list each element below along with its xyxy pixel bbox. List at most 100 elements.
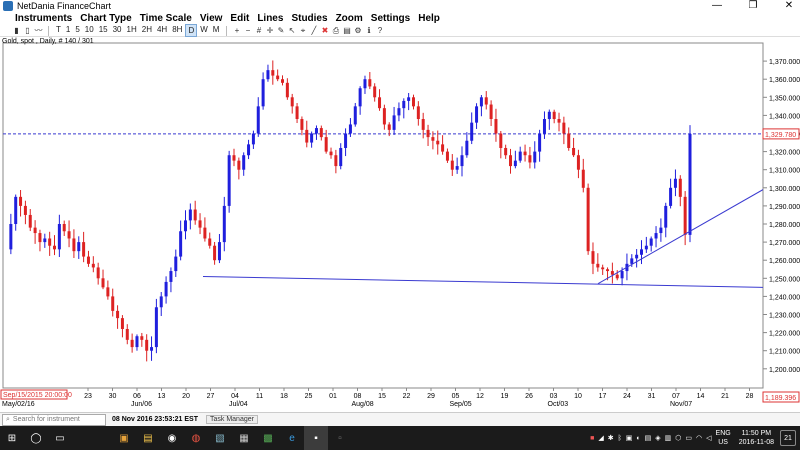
candle-body	[688, 133, 692, 235]
minimize-button[interactable]: —	[710, 0, 724, 11]
candle-body	[53, 245, 57, 250]
battery-icon[interactable]: ▭	[685, 434, 692, 442]
menu-help[interactable]: Help	[418, 12, 440, 25]
period-1[interactable]: 1	[64, 24, 72, 37]
app-icon-3[interactable]: ▩	[256, 426, 280, 450]
period-2h[interactable]: 2H	[140, 24, 154, 37]
candle-body	[281, 79, 285, 83]
help-icon[interactable]: ?	[375, 26, 384, 35]
candle-body	[247, 144, 251, 156]
tray-icon-1[interactable]: ■	[590, 435, 594, 442]
chart-area[interactable]: 1,200.000 1,210.000 1,220.000 1,230.000 1,24…	[0, 37, 800, 408]
candle-body	[319, 128, 323, 138]
pointer-icon[interactable]: ↖	[287, 26, 296, 35]
candle-body	[630, 258, 634, 264]
bluetooth-icon[interactable]: ᛒ	[618, 435, 622, 442]
tray-icon-9[interactable]: ⬡	[675, 434, 681, 442]
candle-body	[203, 227, 207, 239]
period-30[interactable]: 30	[111, 24, 124, 37]
settings-icon[interactable]: ⚙	[353, 26, 362, 35]
bar-chart-icon[interactable]: ▮	[12, 26, 21, 35]
wifi-icon[interactable]: ◠	[696, 434, 702, 442]
netdania-taskbar-icon[interactable]: ▪	[304, 426, 328, 450]
candle-body	[450, 160, 454, 170]
close-button[interactable]: ✕	[782, 0, 796, 11]
candle-body	[82, 242, 86, 257]
info-icon[interactable]: ℹ	[364, 26, 373, 35]
period-15[interactable]: 15	[97, 24, 110, 37]
menu-lines[interactable]: Lines	[257, 12, 283, 25]
candle-body	[489, 104, 493, 120]
candle-body	[86, 256, 90, 264]
task-view-icon[interactable]: ▭	[48, 426, 72, 450]
app-icon-4[interactable]: ▫	[328, 426, 352, 450]
tray-icon-5[interactable]: ◐	[636, 435, 640, 442]
candle-body	[683, 196, 687, 235]
chrome-icon[interactable]: ◍	[184, 426, 208, 450]
grid-icon[interactable]: #	[254, 26, 263, 35]
search-icon[interactable]: ◯	[24, 426, 48, 450]
menu-studies[interactable]: Studies	[291, 12, 327, 25]
instrument-search[interactable]: ⌕ Search for instrument	[2, 413, 106, 426]
tray-icon-3[interactable]: ✱	[608, 434, 614, 442]
tray-icon-8[interactable]: ▥	[665, 434, 672, 442]
volume-icon[interactable]: ◁	[706, 434, 711, 442]
delete-icon[interactable]: ✖	[320, 26, 329, 35]
x-tick-label: 10	[574, 393, 582, 400]
candle-body	[208, 238, 212, 246]
period-d[interactable]: D	[185, 24, 198, 37]
start-icon[interactable]: ⊞	[0, 426, 24, 450]
candle-body	[484, 97, 488, 105]
period-8h[interactable]: 8H	[170, 24, 184, 37]
zoom-in-icon[interactable]: +	[232, 26, 241, 35]
cursor-icon[interactable]: ⌖	[298, 26, 307, 35]
period-5[interactable]: 5	[73, 24, 81, 37]
tray-icon-2[interactable]: ◢	[598, 434, 603, 442]
edge-icon[interactable]: e	[280, 426, 304, 450]
tray-icon-7[interactable]: ◈	[655, 434, 660, 442]
menu-zoom[interactable]: Zoom	[336, 12, 363, 25]
tray-icon-6[interactable]: ▤	[645, 434, 652, 442]
table-icon[interactable]: ▤	[342, 26, 351, 35]
candle-body	[649, 238, 653, 246]
steam-icon[interactable]: ◉	[160, 426, 184, 450]
candle-body	[329, 151, 333, 156]
y-tick-label: 1,370.000	[769, 59, 800, 66]
x-tick-label: 18	[280, 393, 288, 400]
crosshair-icon[interactable]: ✛	[265, 26, 274, 35]
candle-body	[213, 245, 217, 261]
candle-body	[523, 151, 527, 156]
zoom-out-icon[interactable]: −	[243, 26, 252, 35]
y-tick-label: 1,320.000	[769, 150, 800, 157]
candle-body	[188, 209, 192, 221]
candle-chart-icon[interactable]: ▯	[23, 26, 32, 35]
menu-settings[interactable]: Settings	[371, 12, 410, 25]
notification-icon[interactable]: 21	[780, 430, 796, 446]
print-icon[interactable]: ⎙	[331, 26, 340, 35]
media-icon[interactable]: ▧	[208, 426, 232, 450]
app-icon-2[interactable]: ▦	[232, 426, 256, 450]
period-t[interactable]: T	[54, 24, 63, 37]
y-tick-label: 1,250.000	[769, 276, 800, 283]
candle-body	[528, 155, 532, 163]
period-w[interactable]: W	[198, 24, 210, 37]
period-1h[interactable]: 1H	[125, 24, 139, 37]
maximize-button[interactable]: ❐	[746, 0, 760, 11]
menu-edit[interactable]: Edit	[230, 12, 249, 25]
explorer-icon[interactable]: ▤	[136, 426, 160, 450]
period-m[interactable]: M	[211, 24, 222, 37]
pen-icon[interactable]: ✎	[276, 26, 285, 35]
tray-icon-4[interactable]: ▣	[626, 434, 633, 442]
candle-body	[101, 278, 105, 288]
store-icon[interactable]: ▣	[112, 426, 136, 450]
candle-body	[368, 79, 372, 87]
line-tool-icon[interactable]: ╱	[309, 26, 318, 35]
clock[interactable]: 11:50 PM 2016-11-08	[739, 429, 774, 447]
candle-body	[353, 106, 357, 125]
language-indicator[interactable]: ENG US	[716, 429, 731, 447]
period-10[interactable]: 10	[83, 24, 96, 37]
candle-body	[334, 155, 338, 167]
period-4h[interactable]: 4H	[155, 24, 169, 37]
price-chart[interactable]: 1,200.000 1,210.000 1,220.000 1,230.000 1,24…	[0, 37, 800, 408]
line-chart-icon[interactable]: 〰	[34, 26, 43, 35]
